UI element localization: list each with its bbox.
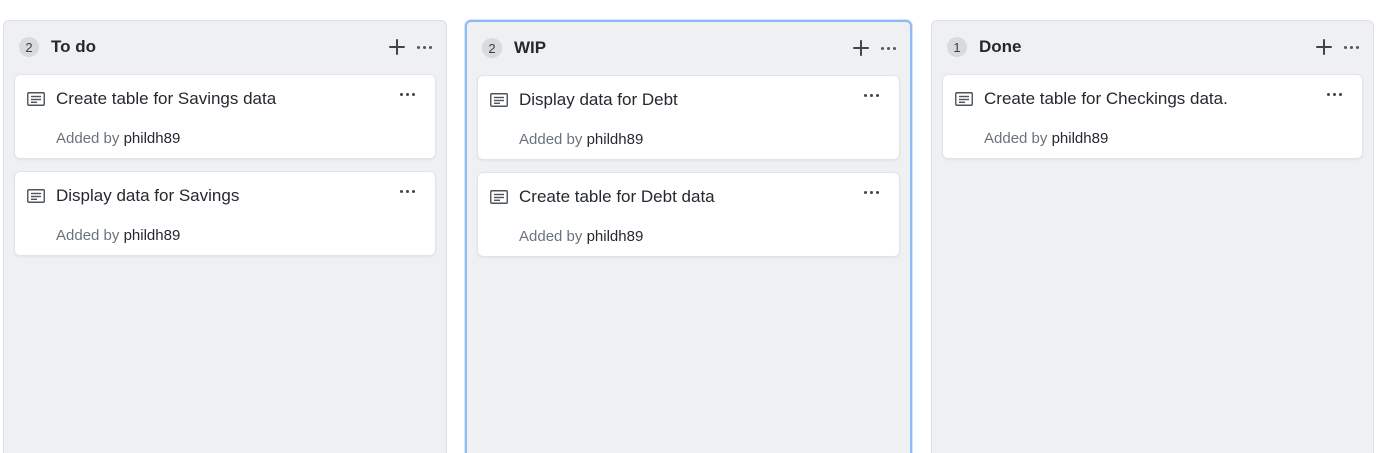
kebab-dot [875, 93, 879, 97]
kebab-dot [1355, 45, 1359, 49]
card-author-link[interactable]: phildh89 [587, 228, 644, 245]
card-title[interactable]: Create table for Debt data [519, 187, 715, 207]
kebab-dot [416, 45, 420, 49]
column-title: Done [979, 37, 1022, 56]
kebab-dot [1349, 45, 1353, 49]
note-icon [490, 190, 508, 204]
kebab-dot [399, 189, 403, 193]
kebab-dot [875, 190, 879, 194]
kebab-dot [869, 190, 873, 194]
kebab-dot [1343, 45, 1347, 49]
add-card-button[interactable] [1313, 36, 1335, 58]
card-menu-button[interactable] [395, 182, 419, 200]
card-title[interactable]: Display data for Savings [56, 186, 239, 206]
column-count-badge: 1 [947, 37, 967, 57]
added-by-label: Added by [56, 130, 120, 147]
kebab-dot [1338, 92, 1342, 96]
kebab-dot [869, 93, 873, 97]
card[interactable]: Display data for Savings Added by phildh… [14, 171, 436, 256]
card-author-link[interactable]: phildh89 [124, 227, 181, 244]
card-author-link[interactable]: phildh89 [1052, 130, 1109, 147]
card-title[interactable]: Create table for Savings data [56, 89, 276, 109]
column-title: To do [51, 37, 96, 56]
card-meta: Added by phildh89 [519, 131, 643, 148]
column-menu-button[interactable] [878, 37, 898, 59]
kebab-dot [863, 190, 867, 194]
card-menu-button[interactable] [1322, 85, 1346, 103]
card[interactable]: Create table for Checkings data. Added b… [942, 74, 1363, 159]
card-meta: Added by phildh89 [984, 130, 1108, 147]
column-actions [850, 36, 898, 60]
added-by-label: Added by [519, 131, 583, 148]
column-menu-button[interactable] [414, 36, 434, 58]
column-done[interactable]: 1 Done Create table for Checkings data. … [931, 20, 1374, 453]
kebab-dot [411, 92, 415, 96]
column-header: 2 WIP [467, 36, 910, 60]
note-icon [490, 93, 508, 107]
column-to-do[interactable]: 2 To do Create table for Savings data Ad… [3, 20, 447, 453]
kebab-dot [422, 45, 426, 49]
added-by-label: Added by [984, 130, 1048, 147]
add-card-button[interactable] [386, 36, 408, 58]
card-author-link[interactable]: phildh89 [124, 130, 181, 147]
kebab-dot [863, 93, 867, 97]
kebab-dot [405, 92, 409, 96]
column-count-badge: 2 [482, 38, 502, 58]
kebab-dot [880, 46, 884, 50]
note-icon [27, 92, 45, 106]
kebab-dot [1332, 92, 1336, 96]
kebab-dot [428, 45, 432, 49]
card[interactable]: Display data for Debt Added by phildh89 [477, 75, 900, 160]
kebab-dot [892, 46, 896, 50]
kebab-dot [886, 46, 890, 50]
column-header: 1 Done [932, 35, 1373, 59]
card-menu-button[interactable] [859, 183, 883, 201]
card-title[interactable]: Create table for Checkings data. [984, 89, 1228, 109]
added-by-label: Added by [519, 228, 583, 245]
card-meta: Added by phildh89 [56, 130, 180, 147]
card-menu-button[interactable] [395, 85, 419, 103]
column-header: 2 To do [4, 35, 446, 59]
kebab-dot [1326, 92, 1330, 96]
column-actions [386, 35, 434, 59]
card-meta: Added by phildh89 [56, 227, 180, 244]
card-author-link[interactable]: phildh89 [587, 131, 644, 148]
add-card-button[interactable] [850, 37, 872, 59]
column-actions [1313, 35, 1361, 59]
card-meta: Added by phildh89 [519, 228, 643, 245]
card[interactable]: Create table for Savings data Added by p… [14, 74, 436, 159]
column-wip[interactable]: 2 WIP Display data for Debt Added by phi… [465, 20, 912, 453]
column-count-badge: 2 [19, 37, 39, 57]
project-board: 2 To do Create table for Savings data Ad… [0, 0, 1384, 453]
card-menu-button[interactable] [859, 86, 883, 104]
note-icon [27, 189, 45, 203]
column-title: WIP [514, 38, 547, 57]
kebab-dot [405, 189, 409, 193]
card-title[interactable]: Display data for Debt [519, 90, 678, 110]
card[interactable]: Create table for Debt data Added by phil… [477, 172, 900, 257]
kebab-dot [399, 92, 403, 96]
added-by-label: Added by [56, 227, 120, 244]
column-menu-button[interactable] [1341, 36, 1361, 58]
note-icon [955, 92, 973, 106]
kebab-dot [411, 189, 415, 193]
